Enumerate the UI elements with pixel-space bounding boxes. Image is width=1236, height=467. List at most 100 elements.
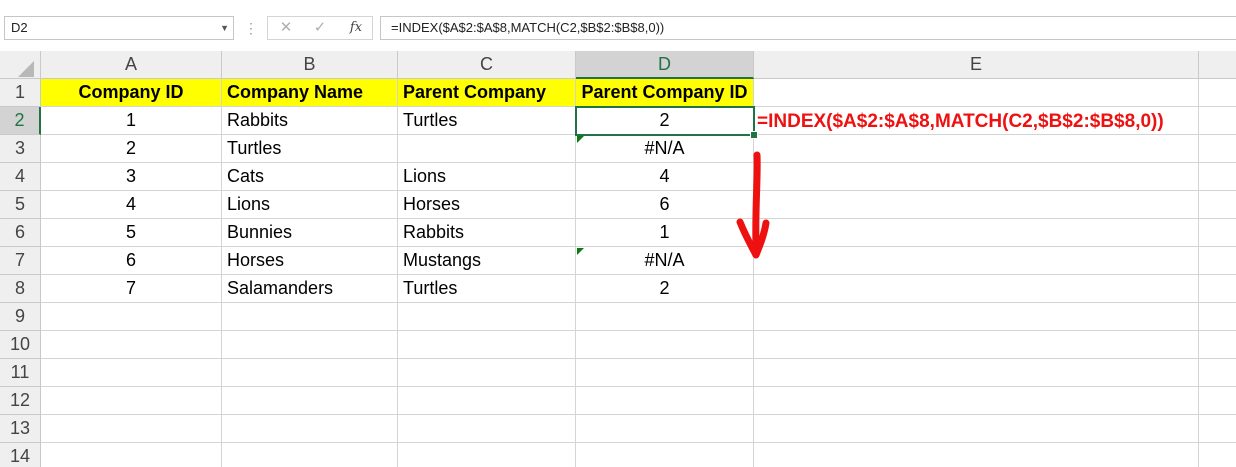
cell-c8[interactable]: Turtles: [398, 275, 576, 303]
row-header-6[interactable]: 6: [0, 219, 41, 247]
empty-cell[interactable]: [754, 415, 1199, 443]
name-box[interactable]: D2 ▼: [4, 16, 234, 40]
more-options-icon[interactable]: ⋮: [244, 18, 258, 38]
cell-f1[interactable]: [1199, 79, 1236, 107]
cell-f3[interactable]: [1199, 135, 1236, 163]
cell-a2[interactable]: 1: [41, 107, 222, 135]
empty-cell[interactable]: [41, 387, 222, 415]
row-header-12[interactable]: 12: [0, 387, 41, 415]
cell-a3[interactable]: 2: [41, 135, 222, 163]
empty-cell[interactable]: [41, 359, 222, 387]
empty-cell[interactable]: [398, 331, 576, 359]
cell-a5[interactable]: 4: [41, 191, 222, 219]
empty-cell[interactable]: [41, 303, 222, 331]
row-header-10[interactable]: 10: [0, 331, 41, 359]
cell-f2[interactable]: [1199, 107, 1236, 135]
empty-cell[interactable]: [41, 415, 222, 443]
empty-cell[interactable]: [576, 303, 754, 331]
select-all-corner[interactable]: [0, 51, 41, 79]
empty-cell[interactable]: [1199, 387, 1236, 415]
cell-a7[interactable]: 6: [41, 247, 222, 275]
empty-cell[interactable]: [1199, 359, 1236, 387]
row-header-14[interactable]: 14: [0, 443, 41, 467]
column-header-d[interactable]: D: [576, 51, 754, 79]
empty-cell[interactable]: [576, 443, 754, 467]
cell-b6[interactable]: Bunnies: [222, 219, 398, 247]
cell-c3[interactable]: [398, 135, 576, 163]
cell-b2[interactable]: Rabbits: [222, 107, 398, 135]
cell-e5[interactable]: [754, 191, 1199, 219]
row-header-8[interactable]: 8: [0, 275, 41, 303]
empty-cell[interactable]: [576, 359, 754, 387]
empty-cell[interactable]: [222, 415, 398, 443]
row-header-3[interactable]: 3: [0, 135, 41, 163]
row-header-7[interactable]: 7: [0, 247, 41, 275]
cell-c6[interactable]: Rabbits: [398, 219, 576, 247]
cell-b3[interactable]: Turtles: [222, 135, 398, 163]
cell-c4[interactable]: Lions: [398, 163, 576, 191]
enter-icon[interactable]: ✓: [308, 17, 332, 39]
empty-cell[interactable]: [222, 387, 398, 415]
cell-b7[interactable]: Horses: [222, 247, 398, 275]
cell-d3[interactable]: #N/A: [576, 135, 754, 163]
row-header-13[interactable]: 13: [0, 415, 41, 443]
column-header-b[interactable]: B: [222, 51, 398, 79]
cell-d8[interactable]: 2: [576, 275, 754, 303]
cell-c2[interactable]: Turtles: [398, 107, 576, 135]
column-header-c[interactable]: C: [398, 51, 576, 79]
cell-c7[interactable]: Mustangs: [398, 247, 576, 275]
cell-d6[interactable]: 1: [576, 219, 754, 247]
cell-e1[interactable]: [754, 79, 1199, 107]
cell-a4[interactable]: 3: [41, 163, 222, 191]
cell-d1[interactable]: Parent Company ID: [576, 79, 754, 107]
empty-cell[interactable]: [754, 387, 1199, 415]
empty-cell[interactable]: [222, 303, 398, 331]
cell-d7[interactable]: #N/A: [576, 247, 754, 275]
cell-f7[interactable]: [1199, 247, 1236, 275]
empty-cell[interactable]: [754, 443, 1199, 467]
cell-d4[interactable]: 4: [576, 163, 754, 191]
empty-cell[interactable]: [754, 359, 1199, 387]
empty-cell[interactable]: [41, 331, 222, 359]
empty-cell[interactable]: [398, 415, 576, 443]
cell-f4[interactable]: [1199, 163, 1236, 191]
cell-e7[interactable]: [754, 247, 1199, 275]
empty-cell[interactable]: [576, 387, 754, 415]
cell-a8[interactable]: 7: [41, 275, 222, 303]
cell-c5[interactable]: Horses: [398, 191, 576, 219]
cell-c1[interactable]: Parent Company: [398, 79, 576, 107]
cell-d5[interactable]: 6: [576, 191, 754, 219]
empty-cell[interactable]: [1199, 331, 1236, 359]
cell-e6[interactable]: [754, 219, 1199, 247]
insert-function-icon[interactable]: fx: [344, 17, 368, 39]
cell-b1[interactable]: Company Name: [222, 79, 398, 107]
row-header-11[interactable]: 11: [0, 359, 41, 387]
cell-e4[interactable]: [754, 163, 1199, 191]
error-indicator-icon[interactable]: [577, 248, 584, 255]
row-header-2[interactable]: 2: [0, 107, 41, 135]
column-header-e[interactable]: E: [754, 51, 1199, 79]
empty-cell[interactable]: [754, 303, 1199, 331]
empty-cell[interactable]: [222, 359, 398, 387]
cell-b8[interactable]: Salamanders: [222, 275, 398, 303]
empty-cell[interactable]: [222, 443, 398, 467]
row-header-1[interactable]: 1: [0, 79, 41, 107]
cell-e8[interactable]: [754, 275, 1199, 303]
empty-cell[interactable]: [754, 331, 1199, 359]
cell-b4[interactable]: Cats: [222, 163, 398, 191]
empty-cell[interactable]: [41, 443, 222, 467]
row-header-4[interactable]: 4: [0, 163, 41, 191]
column-header-a[interactable]: A: [41, 51, 222, 79]
cell-f5[interactable]: [1199, 191, 1236, 219]
empty-cell[interactable]: [398, 359, 576, 387]
empty-cell[interactable]: [1199, 443, 1236, 467]
error-indicator-icon[interactable]: [577, 136, 584, 143]
empty-cell[interactable]: [398, 387, 576, 415]
cell-f8[interactable]: [1199, 275, 1236, 303]
empty-cell[interactable]: [1199, 415, 1236, 443]
cell-a1[interactable]: Company ID: [41, 79, 222, 107]
empty-cell[interactable]: [576, 415, 754, 443]
column-header-f[interactable]: [1199, 51, 1236, 79]
cancel-icon[interactable]: ✕: [274, 17, 298, 39]
empty-cell[interactable]: [398, 443, 576, 467]
